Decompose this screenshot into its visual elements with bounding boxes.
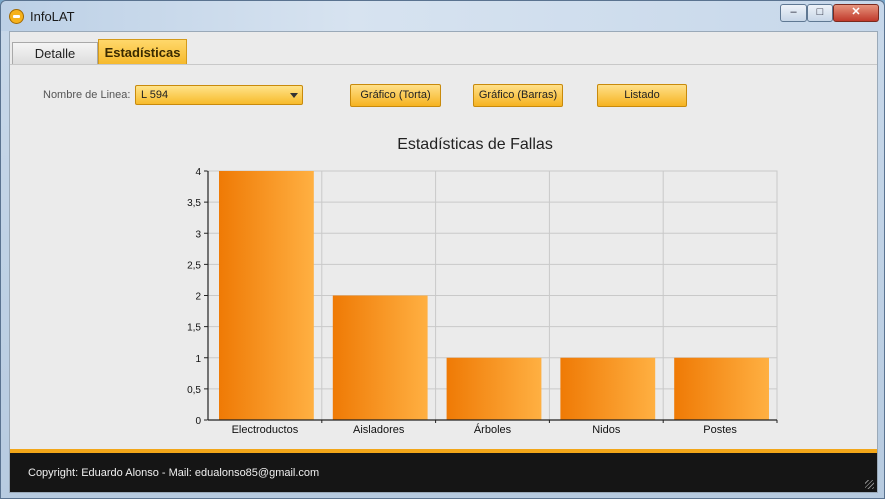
pie-chart-button[interactable]: Gráfico (Torta) bbox=[350, 84, 441, 107]
bar-chart-svg: 0 0,5 1 1,5 2 2,5 3 3,5 4 Electroductos Aisladores… bbox=[187, 167, 778, 436]
maximize-button[interactable]: □ bbox=[807, 4, 833, 22]
list-button[interactable]: Listado bbox=[597, 84, 687, 107]
line-name-value: L 594 bbox=[141, 89, 169, 101]
minimize-icon: – bbox=[790, 6, 797, 18]
close-icon: ✕ bbox=[851, 6, 861, 18]
close-button[interactable]: ✕ bbox=[833, 4, 879, 22]
tab-divider bbox=[10, 64, 877, 65]
y-tick-label: 0,5 bbox=[187, 385, 201, 396]
y-tick-label: 3,5 bbox=[187, 198, 201, 209]
x-tick-label: Árboles bbox=[474, 423, 512, 436]
line-name-label: Nombre de Linea: bbox=[43, 89, 131, 101]
y-tick-label: 4 bbox=[195, 167, 201, 178]
chevron-down-icon bbox=[290, 93, 298, 98]
copyright-text: Copyright: Eduardo Alonso - Mail: edualo… bbox=[28, 467, 320, 479]
x-tick-label: Aisladores bbox=[353, 424, 405, 436]
tab-detalle[interactable]: Detalle bbox=[12, 42, 98, 65]
bar bbox=[674, 357, 769, 420]
y-tick-label: 1,5 bbox=[187, 323, 201, 334]
x-tick-label: Postes bbox=[703, 424, 737, 436]
maximize-icon: □ bbox=[816, 6, 824, 18]
app-window: InfoLAT – □ ✕ Detalle Estadísticas Nombr… bbox=[0, 0, 885, 499]
y-tick-label: 3 bbox=[195, 229, 201, 240]
app-logo-icon bbox=[9, 9, 24, 24]
window-title: InfoLAT bbox=[30, 9, 75, 24]
chart-title: Estadísticas de Fallas bbox=[397, 136, 553, 153]
y-tick-label: 1 bbox=[195, 354, 201, 365]
y-tick-label: 2,5 bbox=[187, 260, 201, 271]
resize-grip-icon[interactable] bbox=[865, 480, 874, 489]
bar-chart-button[interactable]: Gráfico (Barras) bbox=[473, 84, 563, 107]
y-tick-label: 0 bbox=[195, 416, 201, 427]
x-tick-label: Nidos bbox=[592, 424, 621, 436]
bar bbox=[332, 295, 428, 420]
footer: Copyright: Eduardo Alonso - Mail: edualo… bbox=[10, 449, 877, 492]
bar bbox=[219, 171, 314, 420]
bar bbox=[560, 357, 656, 420]
main-panel: Detalle Estadísticas Nombre de Linea: L … bbox=[9, 31, 878, 493]
minimize-button[interactable]: – bbox=[780, 4, 807, 22]
faults-chart: Estadísticas de Fallas 0 0,5 1 1,5 2 2,5 3 3,5 4… bbox=[160, 132, 810, 442]
tab-estadisticas[interactable]: Estadísticas bbox=[98, 39, 187, 65]
title-bar[interactable]: InfoLAT – □ ✕ bbox=[1, 1, 884, 31]
x-tick-label: Electroductos bbox=[232, 424, 299, 436]
y-tick-label: 2 bbox=[195, 292, 201, 303]
bar bbox=[446, 357, 542, 420]
line-name-select[interactable]: L 594 bbox=[135, 85, 303, 105]
